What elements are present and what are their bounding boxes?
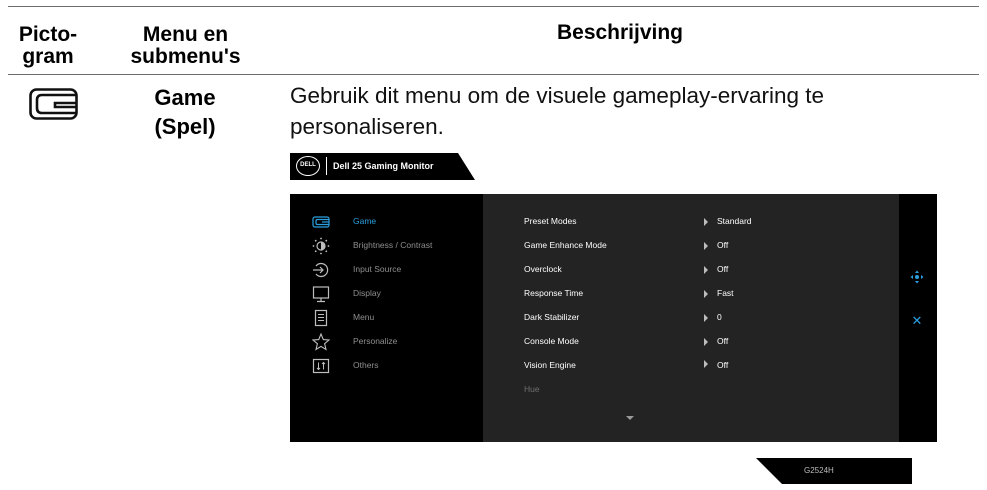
setting-label: Hue (524, 384, 540, 394)
input-source-icon (313, 262, 329, 278)
osd-control-strip: ✕ (899, 194, 937, 442)
submenu-arrow-icon (704, 242, 708, 250)
osd-title: Dell 25 Gaming Monitor (333, 161, 434, 171)
header-description: Beschrijving (556, 21, 684, 44)
setting-value: Off (717, 360, 729, 370)
osd-menu-item-display[interactable]: Display (290, 282, 483, 306)
submenu-arrow-icon (704, 290, 708, 298)
header-menu: Menu en submenu's (130, 23, 241, 68)
setting-preset-modes[interactable]: Preset Modes Standard (483, 210, 899, 234)
submenu-arrow-icon (704, 338, 708, 346)
model-tab (756, 458, 912, 484)
setting-game-enhance-mode[interactable]: Game Enhance Mode Off (483, 234, 899, 258)
setting-value: Off (717, 264, 729, 274)
setting-overclock[interactable]: Overclock Off (483, 258, 899, 282)
display-icon (312, 286, 330, 303)
osd-menu-label: Display (353, 288, 381, 298)
menu-name: Game (Spel) (154, 85, 216, 139)
submenu-arrow-icon (704, 266, 708, 274)
setting-value: Standard (717, 216, 752, 226)
dell-logo: DELL (296, 156, 320, 176)
setting-label: Vision Engine (524, 360, 576, 370)
header-pictogram: Picto- gram (18, 23, 78, 68)
setting-value: Off (717, 240, 729, 250)
description-text: Gebruik dit menu om de visuele gameplay-… (290, 83, 825, 139)
osd-menu-label: Others (353, 360, 379, 370)
osd-menu-label: Brightness / Contrast (353, 240, 433, 250)
setting-hue: Hue (483, 378, 899, 402)
osd-menu-label: Input Source (353, 264, 402, 274)
submenu-arrow-icon (704, 314, 708, 322)
setting-label: Game Enhance Mode (524, 240, 607, 250)
menu-icon (314, 309, 328, 327)
osd-menu-item-input-source[interactable]: Input Source (290, 258, 483, 282)
star-icon (312, 333, 330, 351)
brightness-icon (312, 237, 330, 255)
setting-value: Fast (717, 288, 734, 298)
setting-label: Preset Modes (524, 216, 577, 226)
osd-menu-label: Personalize (353, 336, 398, 346)
setting-vision-engine[interactable]: Vision Engine Off (483, 354, 899, 378)
osd-menu-item-others[interactable]: Others (290, 354, 483, 378)
setting-dark-stabilizer[interactable]: Dark Stabilizer 0 (483, 306, 899, 330)
table-header-rule (8, 74, 979, 75)
setting-value: 0 (717, 312, 722, 322)
game-icon (29, 88, 78, 120)
game-icon (312, 216, 330, 228)
submenu-arrow-icon (704, 218, 708, 226)
model-number: G2524H (804, 466, 834, 475)
osd-menu-label: Game (353, 216, 377, 226)
osd-menu-item-game[interactable]: Game (290, 210, 483, 234)
scroll-down-icon[interactable] (626, 416, 634, 420)
table-top-rule (8, 6, 979, 7)
navigate-icon[interactable] (910, 270, 924, 284)
osd-menu-label: Menu (353, 312, 375, 322)
setting-console-mode[interactable]: Console Mode Off (483, 330, 899, 354)
osd-title-separator (326, 157, 327, 175)
others-icon (312, 358, 330, 374)
setting-value: Off (717, 336, 729, 346)
setting-response-time[interactable]: Response Time Fast (483, 282, 899, 306)
submenu-arrow-icon (704, 360, 708, 368)
setting-label: Dark Stabilizer (524, 312, 580, 322)
setting-label: Response Time (524, 288, 584, 298)
osd-main-menu: Game Brightness / Contrast Input Source … (290, 194, 483, 442)
setting-label: Console Mode (524, 336, 579, 346)
close-icon[interactable]: ✕ (911, 314, 923, 328)
osd-settings-panel: Preset Modes Standard Game Enhance Mode … (483, 194, 899, 442)
osd-menu-item-personalize[interactable]: Personalize (290, 330, 483, 354)
osd-menu-item-menu[interactable]: Menu (290, 306, 483, 330)
setting-label: Overclock (524, 264, 562, 274)
osd-menu-item-brightness[interactable]: Brightness / Contrast (290, 234, 483, 258)
